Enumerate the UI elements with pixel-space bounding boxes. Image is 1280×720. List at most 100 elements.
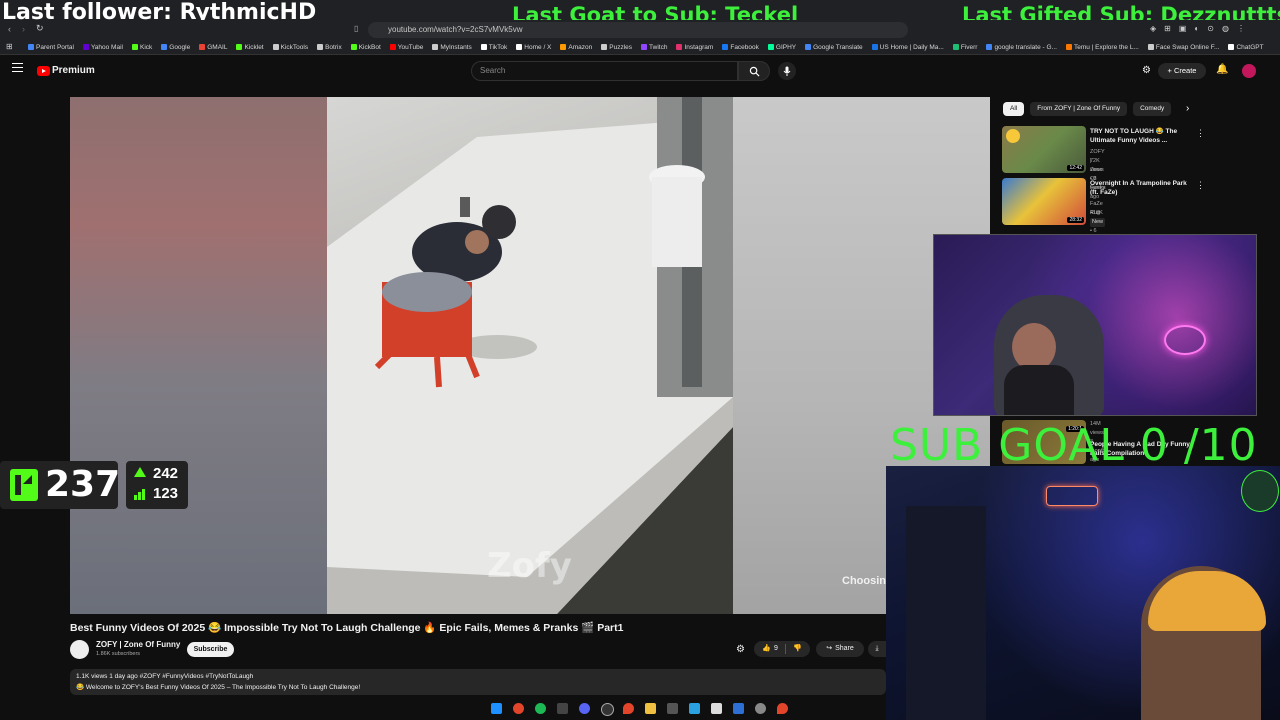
share-label: Share — [835, 645, 854, 652]
channel-name[interactable]: ZOFY | Zone Of Funny — [96, 640, 180, 649]
bookmark-icon[interactable]: ▯ — [354, 24, 358, 33]
extension-icon[interactable]: ▣ — [1179, 24, 1187, 33]
arrow-up-icon — [134, 467, 146, 477]
bookmark-item[interactable]: Instagram — [676, 44, 713, 51]
bookmark-item[interactable]: Google — [161, 44, 190, 51]
bookmark-favicon-icon — [560, 44, 567, 50]
bookmark-item[interactable]: google translate - G... — [986, 44, 1057, 51]
bookmark-item[interactable]: Twitch — [641, 44, 667, 51]
cast-icon[interactable]: ⚙ — [1142, 65, 1151, 76]
bookmark-item[interactable]: Google Translate — [805, 44, 863, 51]
bookmark-item[interactable]: YouTube — [389, 44, 423, 51]
recommendation-title[interactable]: TRY NOT TO LAUGH 😂 The Ultimate Funny Vi… — [1090, 127, 1190, 145]
person-face — [1012, 323, 1056, 371]
subscribe-button[interactable]: Subscribe — [187, 642, 234, 657]
thumbs-down-icon[interactable]: 👎 — [793, 641, 802, 657]
bookmark-label: Yahoo Mail — [90, 43, 123, 51]
extension-icon[interactable]: ⊞ — [1164, 24, 1171, 33]
spotify-icon[interactable] — [535, 703, 546, 714]
recommendation-thumbnail[interactable]: 28:32 — [1002, 178, 1086, 225]
recommendation-title[interactable]: Overnight In A Trampoline Park (ft. FaZe… — [1090, 179, 1190, 197]
app-icon[interactable] — [777, 703, 788, 714]
browser-extension-icons[interactable]: ◈ ⊞ ▣ ◐ ⊙ ◍ ⋮ — [1150, 24, 1245, 33]
notifications-bell-icon[interactable]: 🔔 — [1216, 64, 1228, 75]
bookmark-item[interactable]: ChatGPT — [1228, 44, 1264, 51]
new-badge: New — [1090, 218, 1106, 227]
bookmark-item[interactable]: Puzzles — [601, 44, 632, 51]
bookmark-favicon-icon — [767, 44, 774, 50]
bookmark-item[interactable]: Face Swap Online F... — [1147, 44, 1219, 51]
back-icon[interactable]: ‹ — [8, 24, 11, 34]
bookmark-item[interactable]: GIPHY — [767, 43, 797, 51]
bookmark-item[interactable]: KickBot — [350, 44, 381, 51]
bookmarks-bar: Parent Portal Yahoo Mail Kick Google GMAIL Ki… — [0, 40, 1280, 55]
folder-icon[interactable] — [645, 703, 656, 714]
app-icon[interactable] — [689, 703, 700, 714]
gear-icon[interactable]: ⚙ — [736, 644, 745, 655]
chevron-right-icon[interactable]: › — [1186, 103, 1189, 114]
youtube-logo-label[interactable]: Premium — [52, 65, 95, 76]
bookmark-item[interactable]: Kick — [131, 44, 152, 51]
bookmark-item[interactable]: Parent Portal — [28, 44, 74, 51]
youtube-logo-icon[interactable] — [37, 66, 50, 76]
video-player[interactable]: Zofy Choosing — [70, 97, 990, 614]
bookmark-item[interactable]: GMAIL — [199, 44, 227, 51]
menu-dots-icon[interactable]: ⋮ — [1237, 24, 1245, 33]
extension-icon[interactable]: ◈ — [1150, 24, 1156, 33]
search-button[interactable] — [738, 61, 770, 81]
thumbs-up-icon[interactable]: 👍 — [762, 641, 771, 657]
search-input[interactable]: Search — [471, 61, 738, 81]
settings-icon[interactable] — [755, 703, 766, 714]
duration-badge: 12:42 — [1067, 165, 1084, 171]
bookmark-label: GIPHY — [775, 43, 797, 51]
reload-icon[interactable]: ↻ — [36, 23, 44, 34]
voice-search-button[interactable] — [778, 62, 796, 80]
bookmark-item[interactable]: TikTok — [480, 44, 507, 51]
bookmark-label: Fiverr — [960, 43, 978, 51]
recommendation-thumbnail[interactable]: 12:42 — [1002, 126, 1086, 173]
extension-icon[interactable]: ◍ — [1222, 24, 1229, 33]
discord-icon[interactable] — [579, 703, 590, 714]
bookmark-item[interactable]: Home / X — [516, 44, 551, 51]
document-icon[interactable] — [711, 703, 722, 714]
app-icon[interactable] — [667, 703, 678, 714]
filter-chip[interactable]: From ZOFY | Zone Of Funny — [1030, 102, 1128, 116]
bookmark-item[interactable]: KickTools — [272, 44, 308, 51]
extension-icon[interactable]: ⊙ — [1207, 24, 1214, 33]
bookmark-item[interactable]: Facebook — [722, 44, 759, 51]
filter-chip[interactable]: All — [1003, 102, 1025, 116]
extension-icon[interactable]: ◐ — [1194, 24, 1199, 33]
obs-icon[interactable] — [601, 703, 614, 716]
bookmark-favicon-icon — [317, 44, 324, 50]
bookmark-item[interactable]: Yahoo Mail — [82, 43, 123, 51]
map-pin-icon[interactable] — [623, 703, 634, 714]
bookmark-item[interactable]: Botrix — [317, 44, 342, 51]
kick-stat-a: 242 — [153, 465, 179, 482]
neon-heart-sign — [1164, 325, 1206, 355]
bookmark-item[interactable]: MyInstants — [432, 44, 472, 51]
address-bar[interactable]: youtube.com/watch?v=2cS7vMVk5vw — [368, 22, 908, 38]
user-avatar[interactable] — [1242, 64, 1256, 78]
bookmark-label: Puzzles — [609, 43, 633, 51]
filter-chip[interactable]: Comedy — [1133, 102, 1172, 116]
share-button[interactable]: ↪ Share — [816, 641, 864, 657]
download-button[interactable]: ⤓ — [868, 641, 886, 657]
app-icon[interactable] — [557, 703, 568, 714]
create-button[interactable]: + Create — [1158, 63, 1206, 79]
bookmark-item[interactable]: Kicklet — [236, 44, 264, 51]
more-options-icon[interactable]: ⋮ — [1196, 128, 1205, 139]
bookmark-item[interactable]: Amazon — [560, 44, 592, 51]
forward-icon[interactable]: › — [22, 24, 25, 34]
hamburger-menu-icon[interactable] — [12, 63, 23, 72]
more-options-icon[interactable]: ⋮ — [1196, 180, 1205, 191]
bookmark-favicon-icon — [389, 44, 396, 50]
brave-browser-icon[interactable] — [513, 703, 524, 714]
apps-grid-icon[interactable]: ⊞ — [6, 42, 13, 51]
bookmark-favicon-icon — [161, 44, 168, 50]
bookmark-item[interactable]: US Home | Daily Ma... — [871, 44, 944, 51]
bookmark-item[interactable]: Temu | Explore the L... — [1065, 44, 1139, 51]
app-icon[interactable] — [733, 703, 744, 714]
channel-avatar[interactable] — [70, 640, 89, 659]
windows-start-icon[interactable] — [491, 703, 502, 714]
bookmark-item[interactable]: Fiverr — [952, 43, 978, 51]
